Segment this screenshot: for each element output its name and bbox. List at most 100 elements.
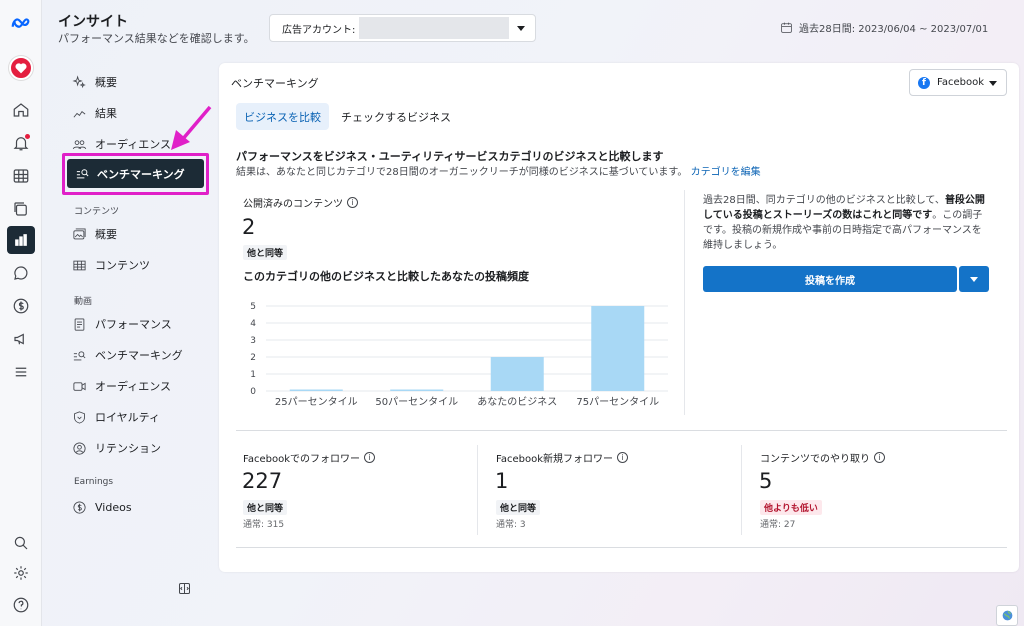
shield-icon: [74, 410, 85, 424]
nav-video-benchmarking[interactable]: ベンチマーキング: [72, 344, 183, 366]
metric-usual: 通常: 27: [760, 520, 796, 530]
benchmark-heading: パフォーマンスをビジネス・ユーティリティサービスカテゴリのビジネスと比較します: [236, 150, 664, 163]
nav-results[interactable]: 結果: [72, 102, 117, 124]
vertical-divider: [684, 190, 685, 415]
create-post-dropdown[interactable]: [959, 266, 989, 292]
info-icon[interactable]: i: [874, 452, 885, 463]
ad-account-label: 広告アカウント:: [282, 24, 356, 36]
y-tick-label: 4: [250, 319, 256, 329]
meta-logo-icon[interactable]: [9, 12, 33, 36]
summary-text-1: 過去28日間、同カテゴリの他のビジネスと比較して、: [703, 195, 945, 206]
help-icon[interactable]: [9, 593, 33, 617]
sparkle-icon: [72, 74, 86, 88]
people-icon: [72, 139, 87, 149]
document-icon: [74, 317, 85, 331]
status-badge: 他よりも低い: [760, 500, 822, 515]
dollar-circle-icon[interactable]: [9, 294, 33, 318]
chat-bubble-icon[interactable]: [9, 261, 33, 285]
nav-video-retention[interactable]: リテンション: [72, 437, 161, 459]
pages-stack-icon[interactable]: [9, 197, 33, 221]
language-globe-button[interactable]: [996, 605, 1018, 626]
megaphone-icon[interactable]: [9, 327, 33, 351]
nav-overview[interactable]: 概要: [72, 71, 117, 93]
bell-icon[interactable]: [9, 131, 33, 155]
info-icon[interactable]: i: [617, 452, 628, 463]
y-tick-label: 3: [250, 336, 256, 346]
facebook-icon: f: [918, 76, 930, 89]
insights-chart-icon[interactable]: [7, 226, 35, 254]
edit-category-link[interactable]: カテゴリを編集: [691, 167, 761, 178]
nav-earnings-videos-label: Videos: [95, 500, 132, 514]
card-title: ベンチマーキング: [231, 77, 319, 90]
nav-benchmarking[interactable]: ベンチマーキング: [67, 159, 204, 188]
notification-dot: [25, 134, 30, 139]
y-tick-label: 2: [250, 353, 256, 363]
calendar-icon: [781, 22, 792, 33]
page-subtitle: パフォーマンス結果などを確認します。: [58, 32, 255, 45]
grid-table-icon[interactable]: [9, 164, 33, 188]
tab-watch-business[interactable]: チェックするビジネス: [333, 103, 459, 130]
metric-interactions-label-row: コンテンツでのやり取り i: [760, 450, 885, 465]
video-icon: [73, 381, 86, 391]
nav-contents[interactable]: コンテンツ: [72, 254, 150, 276]
tab-compare-business[interactable]: ビジネスを比較: [236, 103, 329, 130]
nav-video-performance[interactable]: パフォーマンス: [72, 313, 172, 335]
nav-benchmarking-label: ベンチマーキング: [97, 167, 185, 181]
chevron-down-icon: [989, 81, 997, 86]
info-icon[interactable]: i: [364, 452, 375, 463]
globe-icon: [1002, 610, 1012, 621]
metric-value: 5: [759, 469, 773, 493]
column-divider: [477, 445, 478, 535]
chevron-down-icon: [970, 277, 978, 282]
platform-dropdown[interactable]: f Facebook: [909, 69, 1007, 96]
nav-audience[interactable]: オーディエンス: [72, 133, 171, 155]
person-circle-icon: [73, 441, 86, 455]
section-video: 動画: [74, 297, 93, 307]
page-avatar[interactable]: [9, 56, 33, 80]
benchmark-subtext: 結果は、あなたと同じカテゴリで28日間のオーガニックリーチが同様のビジネスに基づ…: [236, 163, 761, 178]
date-range-picker[interactable]: 過去28日間: 2023/06/04 ~ 2023/07/01: [780, 20, 988, 35]
nav-content-overview[interactable]: 概要: [72, 223, 117, 245]
menu-icon[interactable]: [9, 360, 33, 384]
nav-video-performance-label: パフォーマンス: [95, 318, 172, 331]
nav-overview-label: 概要: [95, 76, 117, 89]
metric-usual: 通常: 315: [243, 520, 285, 530]
nav-video-retention-label: リテンション: [95, 442, 161, 455]
metric-value: 227: [242, 469, 283, 493]
collapse-sidebar-icon[interactable]: [177, 581, 192, 599]
bar: [390, 389, 444, 391]
nav-video-audience[interactable]: オーディエンス: [72, 375, 171, 397]
chevron-down-icon: [517, 26, 525, 31]
benchmark-subtext-body: 結果は、あなたと同じカテゴリで28日間のオーガニックリーチが同様のビジネスに基づ…: [236, 167, 688, 178]
home-icon[interactable]: [9, 98, 33, 122]
search-icon[interactable]: [9, 531, 33, 555]
section-earnings: Earnings: [74, 477, 114, 487]
nav-earnings-videos[interactable]: Videos: [72, 496, 132, 518]
date-range-text: 過去28日間: 2023/06/04 ~ 2023/07/01: [799, 24, 989, 35]
chart-title: このカテゴリの他のビジネスと比較したあなたの投稿頻度: [243, 270, 529, 283]
bar: [289, 389, 343, 391]
info-icon[interactable]: i: [347, 197, 358, 208]
nav-video-loyalty[interactable]: ロイヤルティ: [72, 406, 160, 428]
nav-video-benchmarking-label: ベンチマーキング: [95, 349, 183, 362]
metric-label: Facebookでのフォロワー: [243, 454, 360, 465]
settings-gear-icon[interactable]: [9, 561, 33, 585]
create-post-button[interactable]: 投稿を作成: [703, 266, 957, 292]
divider: [236, 430, 1007, 431]
page-title: インサイト: [58, 14, 128, 30]
benchmark-icon: [76, 169, 89, 179]
benchmark-card: ベンチマーキング f Facebook ビジネスを比較 チェックするビジネス パ…: [219, 63, 1019, 572]
metric-followers-label-row: Facebookでのフォロワー i: [243, 450, 375, 465]
y-tick-label: 0: [250, 387, 256, 397]
divider: [236, 547, 1007, 548]
x-tick-label: 50パーセンタイル: [375, 396, 458, 408]
nav-contents-label: コンテンツ: [95, 259, 150, 272]
metric-new-followers-label-row: Facebook新規フォロワー i: [496, 450, 628, 465]
y-tick-label: 1: [250, 370, 256, 380]
x-tick-label: 25パーセンタイル: [275, 396, 358, 408]
ad-account-selector[interactable]: 広告アカウント:: [269, 14, 536, 42]
nav-content-overview-label: 概要: [95, 228, 117, 241]
published-content-value: 2: [242, 215, 256, 239]
nav-audience-label: オーディエンス: [95, 138, 172, 151]
section-contents: コンテンツ: [74, 207, 120, 217]
